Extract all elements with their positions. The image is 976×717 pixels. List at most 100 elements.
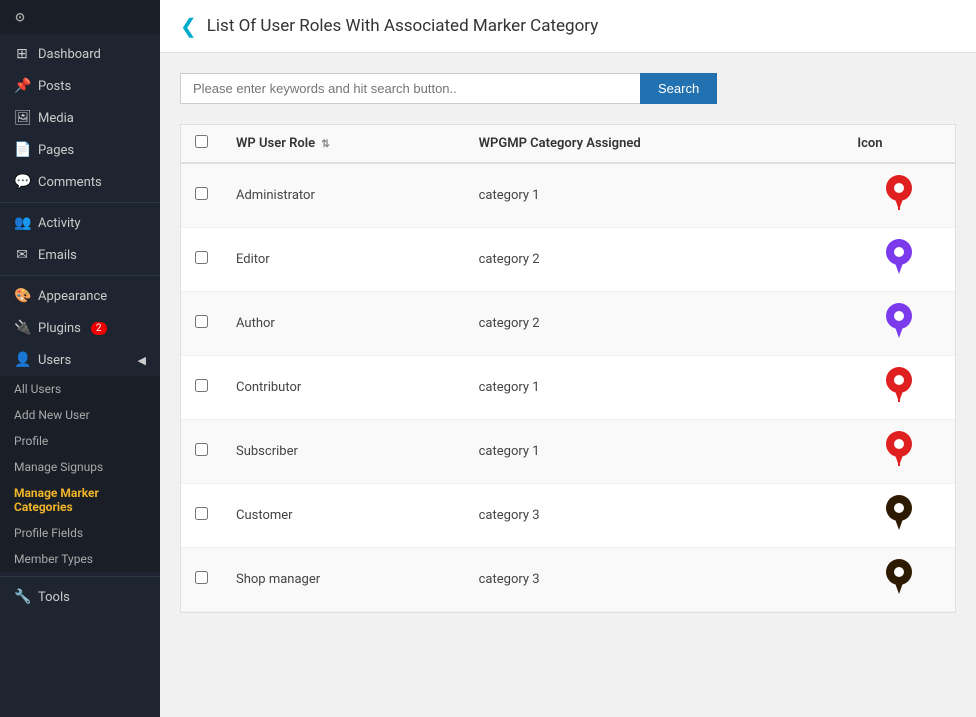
table-body: Administratorcategory 1 Editorcategory 2…	[181, 163, 955, 612]
sidebar-item-label: Posts	[38, 79, 71, 94]
page-header: ❮ List Of User Roles With Associated Mar…	[160, 0, 976, 53]
main-content: ❮ List Of User Roles With Associated Mar…	[160, 0, 976, 717]
row-role: Shop manager	[222, 548, 465, 612]
select-all-checkbox[interactable]	[195, 135, 208, 148]
sidebar-item-profile[interactable]: Profile	[0, 428, 160, 454]
map-pin-icon	[885, 494, 913, 537]
sidebar-item-appearance[interactable]: 🎨 Appearance	[0, 280, 160, 312]
users-icon: 👤	[14, 352, 30, 368]
table-header-icon: Icon	[843, 125, 955, 163]
users-submenu: All Users Add New User Profile Manage Si…	[0, 376, 160, 572]
tools-icon: 🔧	[14, 589, 30, 605]
sort-arrows-icon[interactable]: ⇅	[321, 139, 329, 150]
sidebar-item-comments[interactable]: 💬 Comments	[0, 166, 160, 198]
content-area: Search WP User Role ⇅ WPGMP Category Ass…	[160, 53, 976, 633]
sidebar-item-member-types[interactable]: Member Types	[0, 546, 160, 572]
roles-table-wrapper: WP User Role ⇅ WPGMP Category Assigned I…	[180, 124, 956, 613]
row-role: Editor	[222, 228, 465, 292]
sidebar-item-media[interactable]: 🖼 Media	[0, 102, 160, 134]
row-icon	[843, 292, 955, 356]
table-header-wpgmp-category: WPGMP Category Assigned	[465, 125, 844, 163]
sidebar-item-users[interactable]: 👤 Users ◀	[0, 344, 160, 376]
sidebar-item-all-users[interactable]: All Users	[0, 376, 160, 402]
sidebar-item-label: Appearance	[38, 289, 107, 304]
sidebar-item-emails[interactable]: ✉ Emails	[0, 239, 160, 271]
row-category: category 1	[465, 163, 844, 228]
sidebar-item-label: Emails	[38, 248, 77, 263]
table-header-wp-user-role: WP User Role ⇅	[222, 125, 465, 163]
row-checkbox[interactable]	[195, 315, 208, 328]
row-category: category 3	[465, 484, 844, 548]
map-pin-icon	[885, 174, 913, 217]
search-input[interactable]	[180, 73, 640, 104]
row-icon	[843, 228, 955, 292]
sidebar-item-label: Pages	[38, 143, 74, 158]
row-checkbox-cell	[181, 356, 222, 420]
map-pin-icon	[885, 366, 913, 409]
row-icon	[843, 356, 955, 420]
sidebar-item-label: Plugins	[38, 321, 81, 336]
map-pin-icon	[885, 558, 913, 601]
sidebar-nav: ⊞ Dashboard 📌 Posts 🖼 Media 📄 Pages 💬 Co…	[0, 34, 160, 617]
row-checkbox-cell	[181, 548, 222, 612]
row-checkbox[interactable]	[195, 251, 208, 264]
page-title: List Of User Roles With Associated Marke…	[207, 16, 599, 36]
pages-icon: 📄	[14, 142, 30, 158]
row-category: category 3	[465, 548, 844, 612]
row-checkbox[interactable]	[195, 187, 208, 200]
row-checkbox-cell	[181, 163, 222, 228]
row-checkbox[interactable]	[195, 443, 208, 456]
sidebar-item-plugins[interactable]: 🔌 Plugins 2	[0, 312, 160, 344]
row-icon	[843, 163, 955, 228]
sidebar-item-label: Media	[38, 111, 74, 126]
row-checkbox[interactable]	[195, 507, 208, 520]
row-checkbox-cell	[181, 292, 222, 356]
row-icon	[843, 420, 955, 484]
row-checkbox[interactable]	[195, 571, 208, 584]
row-icon	[843, 484, 955, 548]
sidebar-item-posts[interactable]: 📌 Posts	[0, 70, 160, 102]
row-category: category 2	[465, 292, 844, 356]
row-category: category 1	[465, 420, 844, 484]
row-checkbox-cell	[181, 420, 222, 484]
dashboard-icon: ⊞	[14, 46, 30, 62]
chevron-icon: ◀	[138, 354, 146, 367]
table-row: Editorcategory 2	[181, 228, 955, 292]
row-role: Customer	[222, 484, 465, 548]
table-row: Contributorcategory 1	[181, 356, 955, 420]
sidebar-item-tools[interactable]: 🔧 Tools	[0, 581, 160, 613]
media-icon: 🖼	[14, 110, 30, 126]
row-checkbox-cell	[181, 228, 222, 292]
appearance-icon: 🎨	[14, 288, 30, 304]
search-bar: Search	[180, 73, 956, 104]
sidebar-item-label: Users	[38, 353, 71, 368]
sidebar-item-manage-marker-categories[interactable]: Manage Marker Categories	[0, 480, 160, 520]
sidebar-logo: ⊙	[0, 0, 160, 34]
plugins-icon: 🔌	[14, 320, 30, 336]
roles-table: WP User Role ⇅ WPGMP Category Assigned I…	[181, 125, 955, 612]
table-row: Shop managercategory 3	[181, 548, 955, 612]
search-button[interactable]: Search	[640, 73, 717, 104]
sidebar: ⊙ ⊞ Dashboard 📌 Posts 🖼 Media 📄 Pages 💬 …	[0, 0, 160, 717]
sidebar-item-label: Comments	[38, 175, 102, 190]
row-checkbox[interactable]	[195, 379, 208, 392]
row-role: Subscriber	[222, 420, 465, 484]
table-row: Authorcategory 2	[181, 292, 955, 356]
table-row: Customercategory 3	[181, 484, 955, 548]
sidebar-item-manage-signups[interactable]: Manage Signups	[0, 454, 160, 480]
back-icon: ❮	[180, 14, 197, 38]
emails-icon: ✉	[14, 247, 30, 263]
sidebar-item-label: Dashboard	[38, 47, 101, 62]
sidebar-item-pages[interactable]: 📄 Pages	[0, 134, 160, 166]
row-category: category 2	[465, 228, 844, 292]
sidebar-item-add-new-user[interactable]: Add New User	[0, 402, 160, 428]
sidebar-item-dashboard[interactable]: ⊞ Dashboard	[0, 38, 160, 70]
plugins-badge: 2	[91, 322, 107, 335]
sidebar-item-profile-fields[interactable]: Profile Fields	[0, 520, 160, 546]
map-pin-icon	[885, 430, 913, 473]
row-role: Administrator	[222, 163, 465, 228]
sidebar-item-activity[interactable]: 👥 Activity	[0, 207, 160, 239]
posts-icon: 📌	[14, 78, 30, 94]
row-role: Author	[222, 292, 465, 356]
table-header-checkbox	[181, 125, 222, 163]
